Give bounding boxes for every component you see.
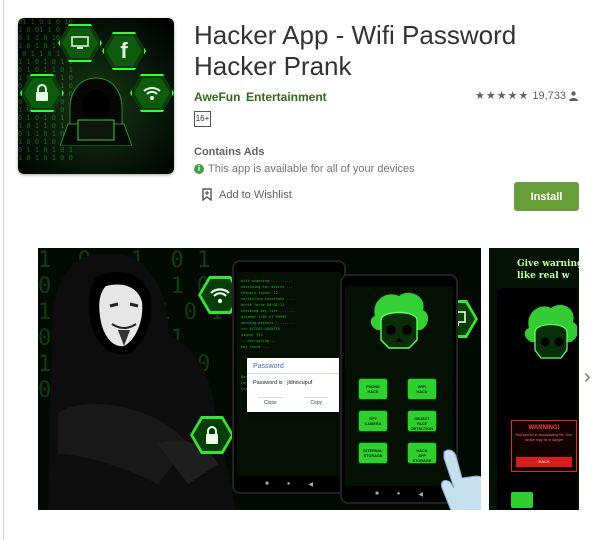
developer-link[interactable]: AweFun [194,90,240,104]
bookmark-icon [202,188,212,201]
password-dialog: Password Password is : jldnocupuf Close … [247,358,339,412]
gloved-hand-image [441,449,481,510]
content-rating-badge: 16+ [194,111,211,127]
person-icon [569,90,578,101]
screenshot-caption: Give warning like real w [517,259,579,281]
green-skull-icon [370,292,429,349]
phone-hack-tile: PHONE HACK [358,378,388,400]
warning-title: WARNING! [528,425,560,431]
phone-nav-bar: ■ ● ◀ [265,481,313,488]
availability-note: i This app is available for all of your … [194,163,415,175]
internal-storage-tile: INTERNAL STORAGE [358,442,388,464]
dialog-body: Password is : jldnocupuf [253,380,313,386]
page-border [3,0,4,540]
hack-app-storage-tile: HACK APP STORAGE [407,442,437,464]
phone-mockup-terminal: wifi scanning .......... searching for d… [232,260,346,494]
warning-hack-button: HACK [516,457,572,467]
phone-screen: wifi scanning .......... searching for d… [237,272,341,476]
app-title: Hacker App - Wifi Password Hacker Prank [194,20,517,81]
app-icon: 01 1 0 1 0 10 1 0 01 1 0 1 0 0 1 1 0 10 … [18,18,174,174]
screenshot-1[interactable]: 1 0 1 0 1 0 1 0 1 0 1 0 1 0 1 0 1 0 1 0 … [38,248,481,510]
spy-camera-tile: SPY CAMERA [358,410,388,432]
add-to-wishlist-button[interactable]: Add to Wishlist [202,188,292,201]
green-skull-icon [524,304,577,359]
dialog-close-button: Close [257,397,283,408]
rating-summary: ★★★★★ 19,733 [475,89,578,102]
category-link[interactable]: Entertainment [246,90,327,104]
availability-text: This app is available for all of your de… [208,163,415,175]
menu-tile [511,492,533,508]
info-icon: i [194,164,204,174]
warning-dialog: WARNING! Bad symbol in downloading file.… [511,420,577,472]
install-button[interactable]: Install [514,182,579,211]
warning-body: Bad symbol in downloading file. Your dev… [515,433,573,442]
next-screenshot-chevron-icon[interactable]: › [584,367,596,387]
contains-ads-label: Contains Ads [194,146,265,158]
phone-mockup-warning: WARNING! Bad symbol in downloading file.… [497,288,577,510]
dialog-title: Password [247,358,339,374]
dialog-copy-button: Copy [304,397,329,408]
hooded-hacker-icon [60,77,132,146]
wifi-hack-tile: WIFI HACK [407,378,437,400]
wishlist-label: Add to Wishlist [219,188,292,201]
rating-stars: ★★★★★ [475,90,530,102]
object-detection-tile: OBJECT FACE DETECTION [407,410,437,432]
rating-count: 19,733 [532,89,566,102]
screenshot-2[interactable]: Give warning like real w WARNING! Bad sy… [489,248,579,510]
